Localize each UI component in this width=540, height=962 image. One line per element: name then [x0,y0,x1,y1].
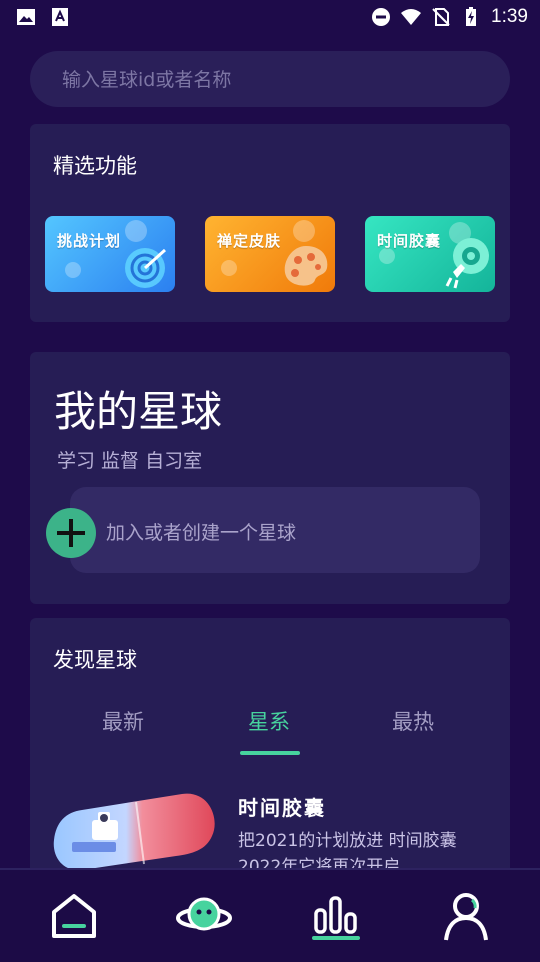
bubble-decoration [125,220,147,242]
discover-title: 发现星球 [53,648,137,672]
home-icon[interactable] [46,890,102,942]
font-icon [52,8,68,26]
tab-galaxy[interactable]: 星系 [248,706,290,736]
capsule-item-title[interactable]: 时间胶囊 [238,792,326,821]
target-icon [125,248,167,288]
tile-zen-skin[interactable]: 禅定皮肤 [205,216,335,292]
join-planet-label: 加入或者创建一个星球 [106,522,297,544]
time-capsule-illustration[interactable] [52,790,222,878]
add-planet-icon[interactable] [46,508,96,558]
tile-label: 禅定皮肤 [217,232,282,250]
bubble-decoration [221,260,237,276]
search-input[interactable] [60,51,484,109]
status-bar: 1:39 [0,0,540,36]
search-bar[interactable] [30,51,510,109]
tile-challenge-plan[interactable]: 挑战计划 [45,216,175,292]
capsule-rocket-icon [445,238,489,289]
palette-icon [284,246,328,286]
tile-time-capsule[interactable]: 时间胶囊 [365,216,495,292]
clock-time: 1:39 [491,6,528,27]
featured-card: 精选功能 挑战计划 禅定皮肤 时间胶囊 [30,124,510,322]
tile-label: 挑战计划 [57,232,122,250]
bubble-decoration [293,220,315,242]
wifi-icon [401,9,422,25]
join-planet-button[interactable]: 加入或者创建一个星球 [70,487,480,573]
my-planet-subtitle: 学习 监督 自习室 [57,450,203,472]
profile-icon[interactable] [438,890,494,942]
discover-card: 发现星球 最新 星系 最热 时间胶囊 把2021的计划放进 时间胶囊 2022年… [30,618,510,878]
tile-label: 时间胶囊 [377,232,442,250]
my-planet-card: 我的星球 学习 监督 自习室 加入或者创建一个星球 [30,352,510,604]
image-icon [17,9,35,25]
my-planet-title: 我的星球 [54,387,223,436]
bubble-decoration [65,262,81,278]
no-sim-icon [432,8,450,26]
do-not-disturb-icon [372,8,391,26]
planet-icon[interactable] [176,890,232,942]
tab-hottest[interactable]: 最热 [392,706,434,736]
tab-indicator [240,751,300,755]
tab-newest[interactable]: 最新 [102,706,144,736]
featured-title: 精选功能 [53,154,137,178]
stats-icon[interactable] [308,890,364,942]
battery-charging-icon [466,7,477,26]
bottom-navigation [0,868,540,962]
